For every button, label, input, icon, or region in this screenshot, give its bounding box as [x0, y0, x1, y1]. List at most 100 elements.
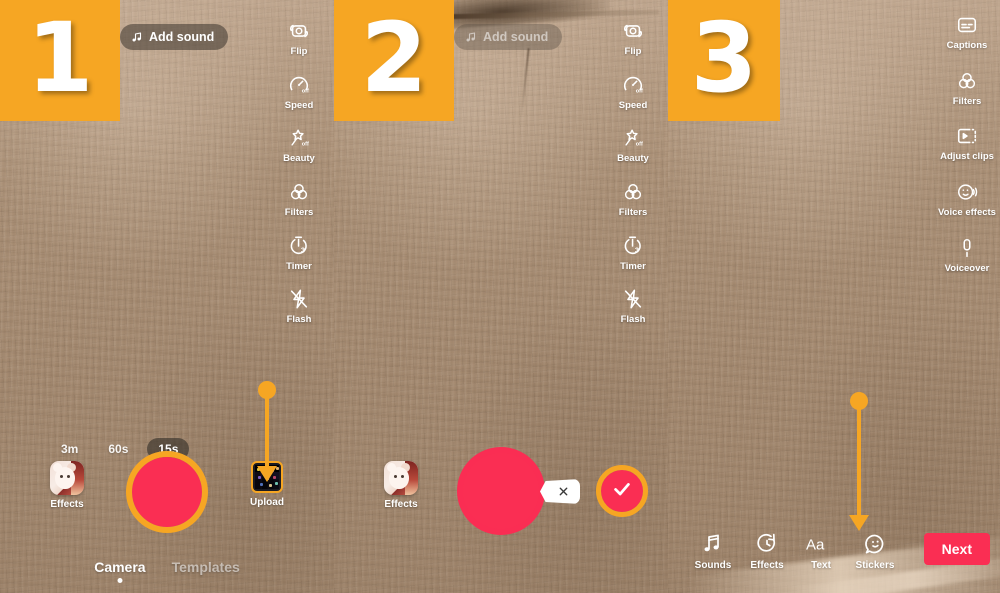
camera-tools-sidebar-1: Flip off Speed off Beauty Filters 3 Time…	[270, 18, 328, 326]
sidebar-item-filters[interactable]: Filters	[270, 179, 328, 219]
toolbar-label: Text	[811, 560, 831, 571]
sidebar-label: Adjust clips	[940, 151, 994, 163]
sidebar-label: Timer	[620, 260, 646, 272]
svg-text:off: off	[302, 88, 309, 94]
sidebar-label: Captions	[946, 40, 988, 51]
music-notes-icon	[701, 531, 725, 557]
svg-text:3: 3	[301, 245, 305, 254]
sidebar-item-beauty[interactable]: off Beauty	[604, 125, 662, 165]
check-icon	[611, 478, 633, 505]
sidebar-item-flash[interactable]: Flash	[604, 286, 662, 326]
upload-label: Upload	[250, 497, 284, 508]
delete-clip-button[interactable]	[540, 479, 580, 504]
toolbar-label: Stickers	[855, 560, 895, 571]
capture-controls-row-2: Effects	[334, 447, 668, 535]
sidebar-label: Flip	[290, 46, 308, 57]
add-sound-button-2: Add sound	[454, 24, 563, 50]
sidebar-label: Speed	[618, 99, 648, 111]
pointer-arrow-to-stickers	[847, 392, 871, 531]
confirm-button[interactable]	[596, 465, 648, 517]
effects-clock-icon	[755, 531, 779, 557]
toolbar-item-effects[interactable]: Effects	[740, 531, 794, 571]
svg-text:off: off	[636, 88, 643, 94]
camera-tools-sidebar-2: Flip off Speed off Beauty Filters 3 Time…	[604, 18, 662, 326]
three-step-tutorial-screenshot: 1 Add sound Flip off Speed off Beauty Fi…	[0, 0, 1000, 593]
sidebar-item-adjust-clips[interactable]: Adjust clips	[938, 123, 996, 163]
adjust-clips-icon	[956, 123, 978, 149]
sidebar-item-beauty[interactable]: off Beauty	[270, 125, 328, 165]
captions-icon	[956, 12, 978, 38]
panel-step-3: 3 Captions Filters Adjust clips Voice ef…	[668, 0, 1000, 593]
speed-off-icon: off	[288, 72, 310, 98]
sidebar-item-flip[interactable]: Flip	[270, 18, 328, 58]
filters-icon	[288, 179, 310, 205]
arrow-shaft	[857, 408, 861, 516]
toolbar-label: Sounds	[694, 560, 732, 571]
tab-camera[interactable]: Camera	[94, 559, 145, 585]
music-note-icon	[465, 31, 477, 43]
add-sound-label: Add sound	[483, 30, 549, 44]
cat-face-effect-icon	[50, 461, 84, 495]
sidebar-label: Beauty	[283, 153, 315, 165]
sidebar-label: Flash	[620, 314, 646, 326]
sidebar-item-speed[interactable]: off Speed	[604, 72, 662, 112]
sidebar-label: Timer	[286, 260, 312, 272]
next-button[interactable]: Next	[923, 533, 990, 565]
pointer-arrow-to-upload	[255, 381, 279, 482]
timer-3-icon: 3	[288, 233, 310, 259]
step-number: 3	[690, 1, 758, 114]
record-button-2[interactable]	[457, 447, 545, 535]
sidebar-item-voice-effects[interactable]: Voice effects	[938, 179, 996, 219]
sidebar-item-timer[interactable]: 3 Timer	[270, 233, 328, 273]
beauty-off-icon: off	[288, 125, 310, 151]
effects-button-1[interactable]: Effects	[44, 461, 90, 510]
sidebar-item-timer[interactable]: 3 Timer	[604, 233, 662, 273]
tab-templates[interactable]: Templates	[172, 559, 240, 585]
toolbar-item-stickers[interactable]: Stickers	[848, 531, 902, 571]
toolbar-item-text[interactable]: Aa Text	[794, 531, 848, 571]
sidebar-label: Voice effects	[938, 206, 996, 218]
svg-text:off: off	[636, 142, 643, 148]
music-note-icon	[131, 31, 143, 43]
sidebar-item-captions[interactable]: Captions	[938, 12, 996, 52]
sidebar-item-filters[interactable]: Filters	[938, 68, 996, 108]
edit-bottom-toolbar: Sounds Effects Aa Text Stickers Next	[668, 531, 1000, 583]
add-sound-label: Add sound	[149, 30, 215, 44]
effects-button-2[interactable]: Effects	[378, 461, 424, 510]
svg-text:3: 3	[635, 245, 639, 254]
arrow-head	[849, 515, 869, 531]
sidebar-label: Flip	[624, 46, 642, 57]
sidebar-label: Filters	[618, 206, 648, 218]
sidebar-label: Flash	[286, 314, 312, 326]
camera-mode-tabs: Camera Templates	[0, 559, 334, 585]
toolbar-item-sounds[interactable]: Sounds	[686, 531, 740, 571]
step-badge-2: 2	[334, 0, 454, 121]
sidebar-item-speed[interactable]: off Speed	[270, 72, 328, 112]
panel-step-2: 2 Add sound Flip off Speed off Beauty Fi…	[334, 0, 668, 593]
sidebar-label: Speed	[284, 99, 314, 111]
panel-step-1: 1 Add sound Flip off Speed off Beauty Fi…	[0, 0, 334, 593]
capture-controls-row-1: Effects Upload	[0, 451, 334, 535]
add-sound-button-1[interactable]: Add sound	[120, 24, 229, 50]
sidebar-label: Voiceover	[944, 262, 990, 274]
svg-text:off: off	[302, 142, 309, 148]
close-x-icon	[558, 486, 569, 497]
svg-text:Aa: Aa	[806, 536, 825, 553]
arrow-head	[257, 466, 277, 482]
arrow-shaft	[265, 397, 269, 467]
sidebar-item-flash[interactable]: Flash	[270, 286, 328, 326]
sidebar-item-voiceover[interactable]: Voiceover	[938, 235, 996, 275]
microphone-icon	[956, 235, 978, 261]
edit-tools-sidebar: Captions Filters Adjust clips Voice effe…	[938, 12, 996, 274]
step-badge-1: 1	[0, 0, 120, 121]
step-badge-3: 3	[668, 0, 780, 121]
voice-effects-icon	[956, 179, 978, 205]
sidebar-item-flip[interactable]: Flip	[604, 18, 662, 58]
timer-3-icon: 3	[622, 233, 644, 259]
sidebar-label: Beauty	[617, 153, 649, 165]
flash-off-icon	[288, 286, 310, 312]
step-number: 1	[26, 1, 94, 114]
sticker-smiley-icon	[863, 531, 887, 557]
sidebar-item-filters[interactable]: Filters	[604, 179, 662, 219]
record-button-1[interactable]	[126, 451, 208, 533]
